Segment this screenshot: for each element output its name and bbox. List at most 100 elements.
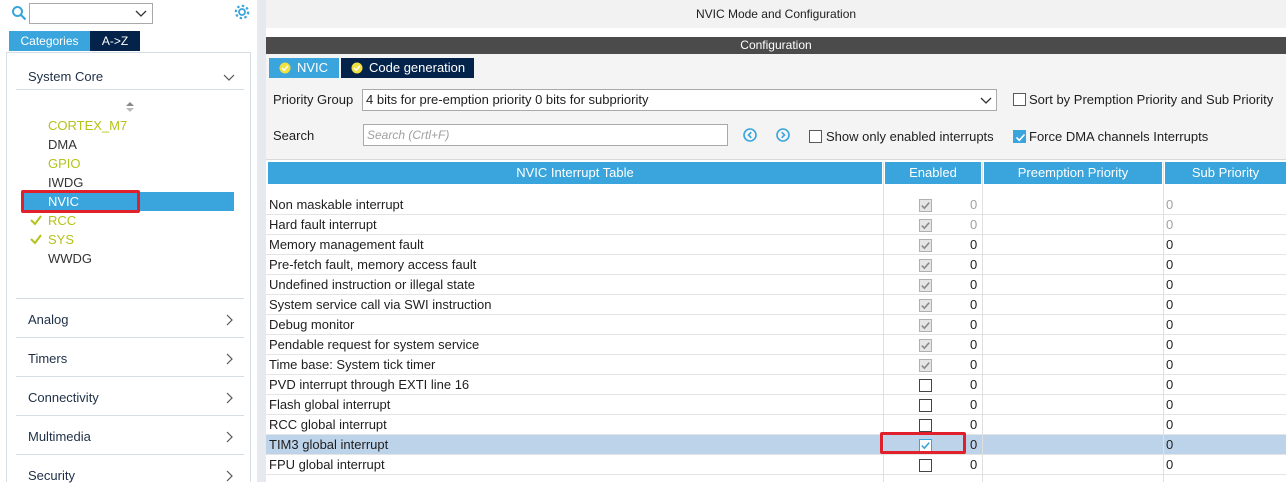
table-row[interactable]: System service call via SWI instruction 0… [266, 295, 1286, 315]
column-header-preemption[interactable]: Preemption Priority [984, 162, 1162, 184]
divider [16, 376, 244, 377]
gear-icon[interactable] [233, 3, 251, 21]
sub-priority-value[interactable]: 0 [1166, 435, 1276, 455]
enabled-checkbox[interactable] [919, 378, 932, 392]
tab-code-generation[interactable]: Code generation [341, 58, 474, 78]
chevron-down-icon [135, 10, 147, 17]
sub-priority-value[interactable]: 0 [1166, 415, 1276, 435]
enabled-checkbox[interactable] [919, 418, 932, 432]
category-system-core[interactable]: System Core [28, 66, 243, 88]
search-input[interactable]: Search (Crtl+F) [363, 124, 728, 146]
table-row[interactable]: PVD interrupt through EXTI line 16 0 0 [266, 375, 1286, 395]
column-header-interrupt[interactable]: NVIC Interrupt Table [268, 162, 882, 184]
priority-group-value: 4 bits for pre-emption priority 0 bits f… [366, 92, 649, 107]
check-circle-icon [351, 62, 363, 74]
search-icon[interactable] [11, 5, 27, 21]
sub-priority-value[interactable]: 0 [1166, 255, 1276, 275]
table-row[interactable]: Memory management fault 0 0 [266, 235, 1286, 255]
table-row[interactable]: Flash global interrupt 0 0 [266, 395, 1286, 415]
tab-a-z[interactable]: A->Z [90, 31, 140, 51]
enabled-checkbox[interactable] [919, 398, 932, 412]
category-security[interactable]: Security [28, 465, 243, 487]
enabled-checkbox [919, 278, 932, 292]
sub-priority-value[interactable]: 0 [1166, 295, 1276, 315]
sub-priority-value[interactable]: 0 [1166, 335, 1276, 355]
preemption-priority-value[interactable]: 0 [970, 375, 1160, 395]
search-label: Search [273, 128, 315, 143]
panel-splitter[interactable] [257, 0, 266, 482]
sub-priority-value[interactable]: 0 [1166, 455, 1276, 475]
divider [16, 89, 244, 90]
preemption-priority-value[interactable]: 0 [970, 415, 1160, 435]
page-title: NVIC Mode and Configuration [266, 0, 1286, 28]
table-row[interactable]: Hard fault interrupt 0 0 [266, 215, 1286, 235]
category-analog[interactable]: Analog [28, 309, 243, 331]
peripheral-gpio[interactable]: GPIO [48, 154, 81, 173]
category-timers[interactable]: Timers [28, 348, 243, 370]
show-enabled-checkbox[interactable] [809, 130, 822, 143]
preemption-priority-value[interactable]: 0 [970, 335, 1160, 355]
preemption-priority-value[interactable]: 0 [970, 295, 1160, 315]
preemption-priority-value[interactable]: 0 [970, 355, 1160, 375]
category-connectivity[interactable]: Connectivity [28, 387, 243, 409]
table-row[interactable]: Undefined instruction or illegal state 0 0 [266, 275, 1286, 295]
category-label: Timers [28, 351, 68, 366]
column-header-sub-priority[interactable]: Sub Priority [1165, 162, 1286, 184]
sub-priority-value[interactable]: 0 [1166, 235, 1276, 255]
divider [16, 337, 244, 338]
preemption-priority-value[interactable]: 0 [970, 395, 1160, 415]
preemption-priority-value[interactable]: 0 [970, 315, 1160, 335]
tab-nvic[interactable]: NVIC [269, 58, 339, 78]
table-row[interactable]: Pendable request for system service 0 0 [266, 335, 1286, 355]
priority-group-label: Priority Group [273, 92, 354, 107]
preemption-priority-value[interactable]: 0 [970, 275, 1160, 295]
preemption-priority-value[interactable]: 0 [970, 255, 1160, 275]
category-tree [6, 52, 251, 482]
chevron-right-icon [226, 431, 233, 443]
interrupt-name: Memory management fault [269, 237, 424, 252]
peripheral-rcc[interactable]: RCC [48, 211, 76, 230]
table-row[interactable]: Non maskable interrupt 0 0 [266, 195, 1286, 215]
column-header-enabled[interactable]: Enabled [885, 162, 981, 184]
preemption-priority-value[interactable]: 0 [970, 235, 1160, 255]
sub-priority-value[interactable]: 0 [1166, 375, 1276, 395]
chevron-right-icon [226, 392, 233, 404]
search-combo[interactable] [29, 3, 153, 24]
sub-priority-value[interactable]: 0 [1166, 355, 1276, 375]
sort-icon[interactable] [125, 101, 135, 113]
peripheral-wwdg[interactable]: WWDG [48, 249, 92, 268]
sub-priority-value[interactable]: 0 [1166, 275, 1276, 295]
force-dma-checkbox[interactable] [1013, 130, 1026, 143]
interrupt-name: Time base: System tick timer [269, 357, 436, 372]
enabled-checkbox[interactable] [919, 458, 932, 472]
check-icon [1015, 133, 1026, 142]
sub-priority-value[interactable]: 0 [1166, 395, 1276, 415]
sort-priority-checkbox[interactable] [1013, 93, 1026, 106]
sub-priority-value[interactable]: 0 [1166, 315, 1276, 335]
priority-group-select[interactable]: 4 bits for pre-emption priority 0 bits f… [362, 89, 997, 111]
interrupt-name: Pre-fetch fault, memory access fault [269, 257, 477, 272]
next-icon[interactable] [776, 128, 790, 142]
column-divider [982, 162, 983, 482]
interrupt-name: Flash global interrupt [269, 397, 391, 412]
peripheral-dma[interactable]: DMA [48, 135, 77, 154]
table-row[interactable]: Pre-fetch fault, memory access fault 0 0 [266, 255, 1286, 275]
table-row[interactable]: FPU global interrupt 0 0 [266, 455, 1286, 475]
enabled-checkbox [919, 358, 932, 372]
preemption-priority-value[interactable]: 0 [970, 455, 1160, 475]
category-label: Security [28, 468, 75, 483]
enabled-checkbox [919, 338, 932, 352]
interrupt-name: System service call via SWI instruction [269, 297, 492, 312]
category-multimedia[interactable]: Multimedia [28, 426, 243, 448]
preemption-priority-value[interactable]: 0 [970, 435, 1160, 455]
peripheral-sys[interactable]: SYS [48, 230, 74, 249]
sub-priority-value: 0 [1166, 217, 1174, 232]
table-row[interactable]: TIM3 global interrupt 0 0 [266, 435, 1286, 455]
table-row[interactable]: RCC global interrupt 0 0 [266, 415, 1286, 435]
table-row[interactable]: Debug monitor 0 0 [266, 315, 1286, 335]
tab-categories[interactable]: Categories [9, 31, 90, 51]
check-icon [30, 215, 42, 226]
previous-icon[interactable] [743, 128, 757, 142]
table-row[interactable]: Time base: System tick timer 0 0 [266, 355, 1286, 375]
peripheral-cortex-m7[interactable]: CORTEX_M7 [48, 116, 127, 135]
